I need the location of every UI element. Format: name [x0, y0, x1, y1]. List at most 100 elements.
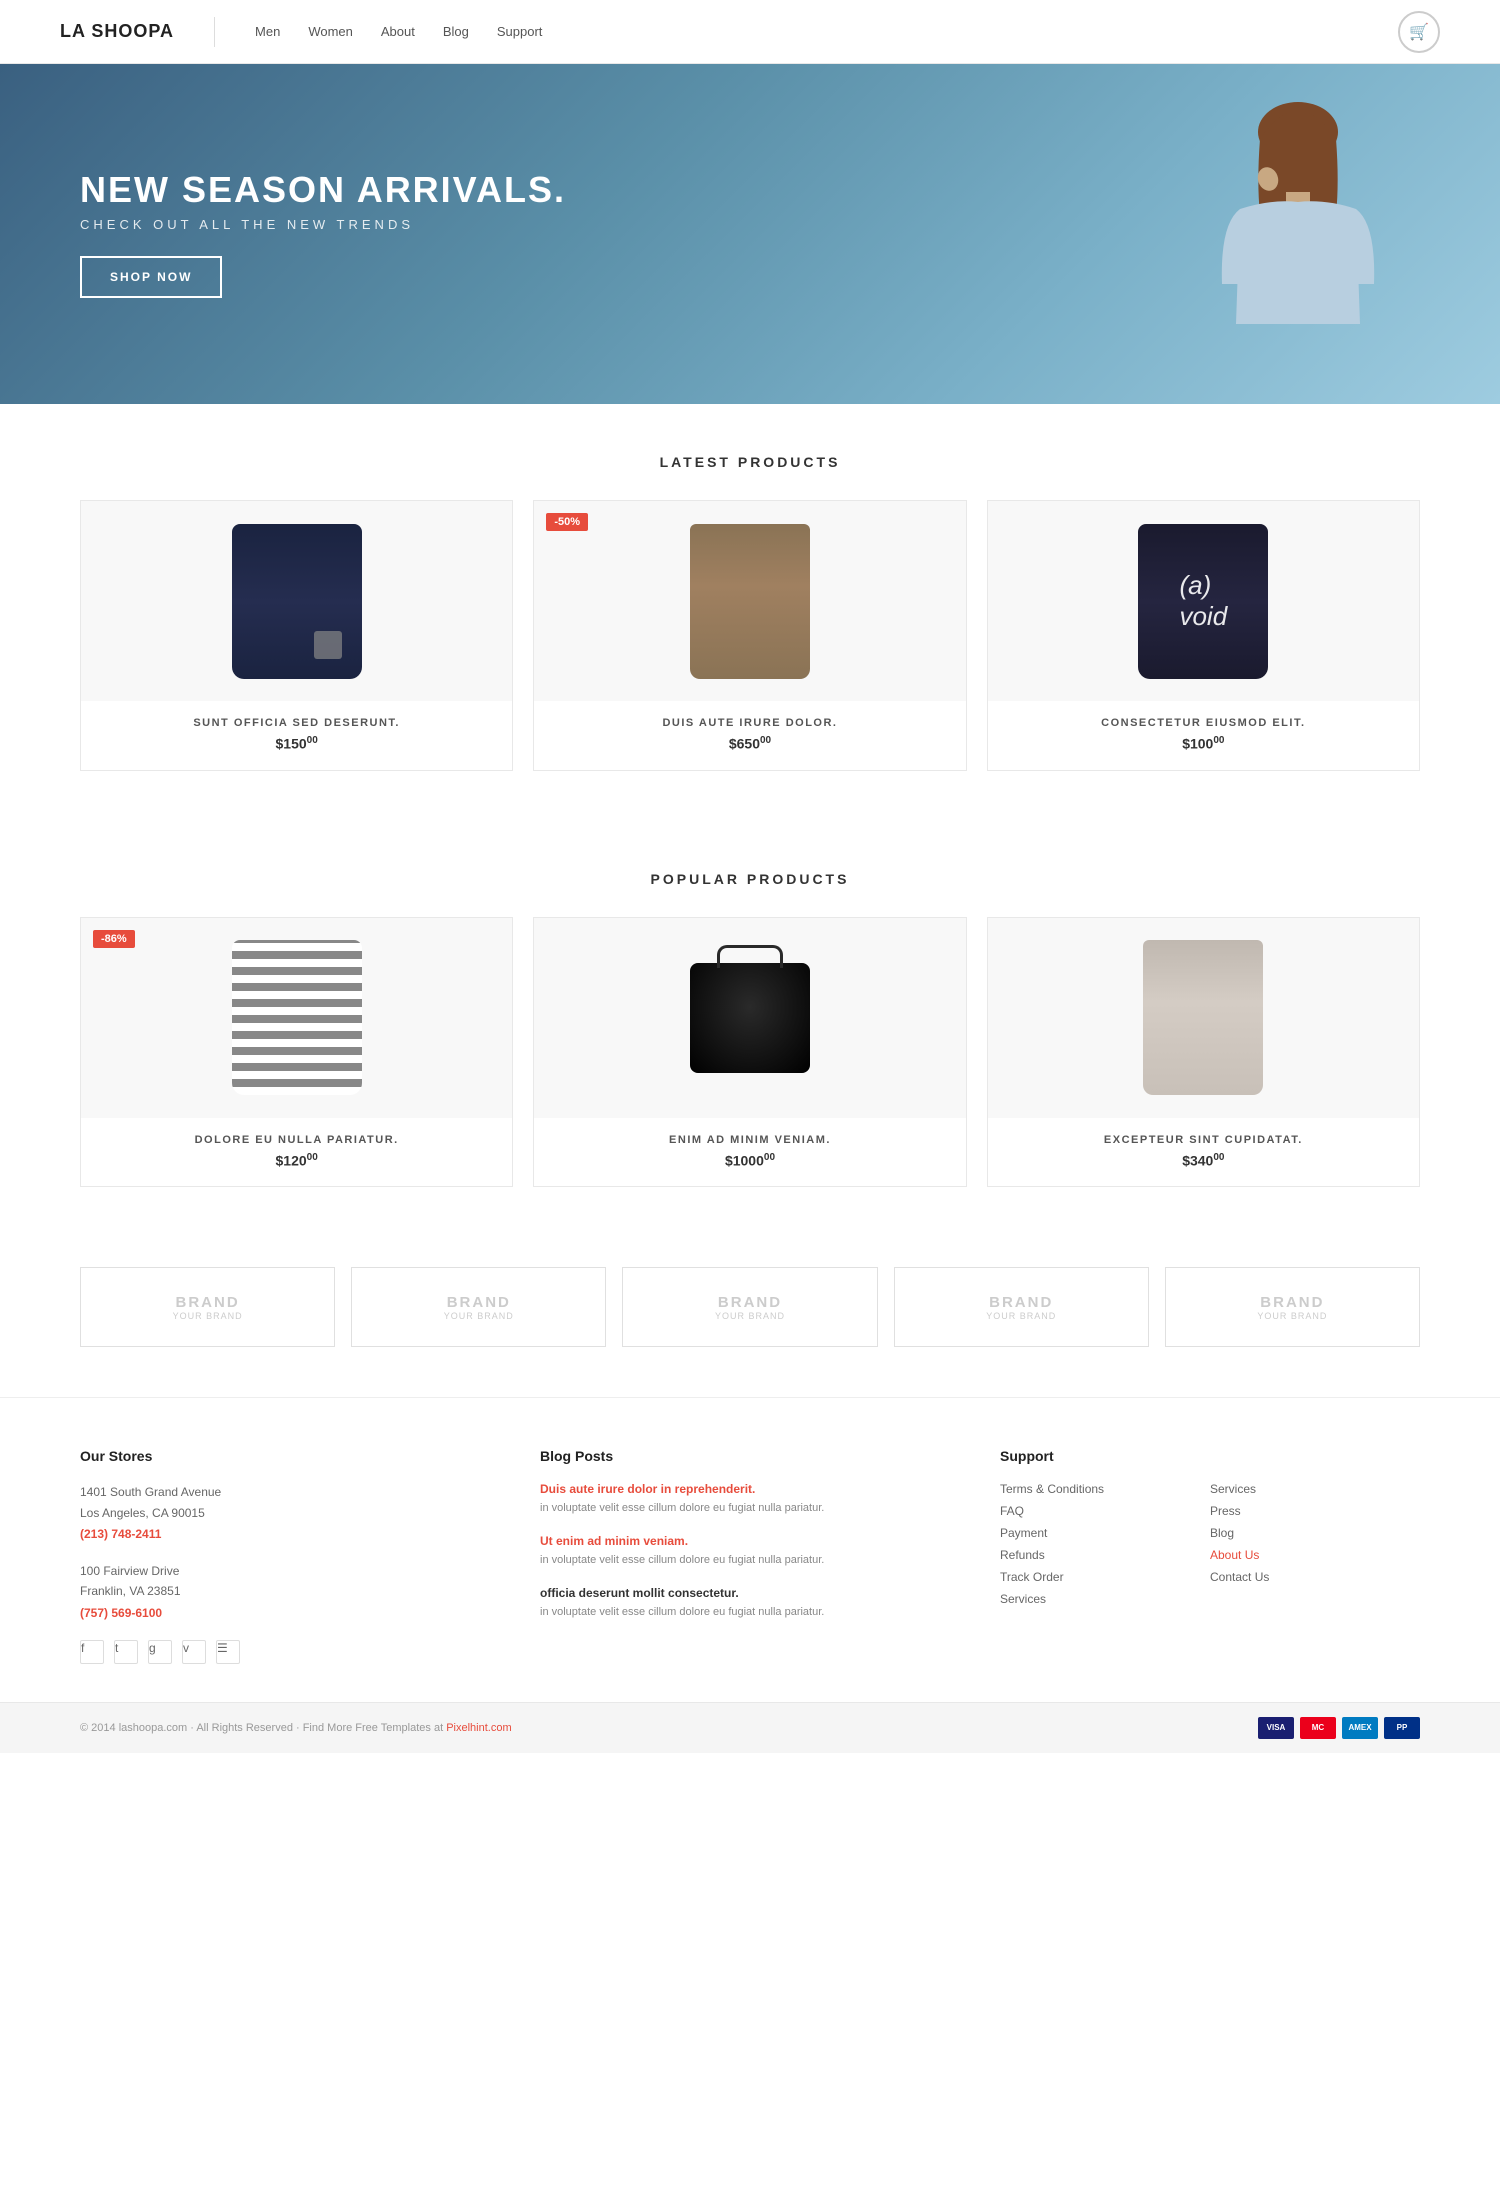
popular-info-3: EXCEPTEUR SINT CUPIDATAT. $34000 — [988, 1118, 1419, 1187]
brand-sub-3: YOUR BRAND — [715, 1311, 785, 1321]
social-facebook[interactable]: f — [80, 1640, 104, 1664]
support-link-contact[interactable]: Contact Us — [1210, 1570, 1420, 1584]
header-left: LA SHOOPA Men Women About Blog Support — [60, 17, 542, 47]
support-link-services1[interactable]: Services — [1000, 1592, 1210, 1606]
popular-products-title: POPULAR PRODUCTS — [80, 871, 1420, 887]
support-link-about[interactable]: About Us — [1210, 1548, 1420, 1562]
blog-post-body-3: in voluptate velit esse cillum dolore eu… — [540, 1604, 960, 1622]
social-vimeo[interactable]: v — [182, 1640, 206, 1664]
support-link-refunds[interactable]: Refunds — [1000, 1548, 1210, 1562]
social-icons: f t g v ☰ — [80, 1640, 500, 1672]
hero-section: NEW SEASON ARRIVALS. CHECK OUT ALL THE N… — [0, 64, 1500, 404]
hero-title: NEW SEASON ARRIVALS. — [80, 170, 566, 210]
footer-content: Our Stores 1401 South Grand Avenue Los A… — [0, 1397, 1500, 1702]
sweater1-image — [232, 524, 362, 679]
popular-products-grid: -86% DOLORE EU NULLA PARIATUR. $12000 EN… — [80, 917, 1420, 1188]
jacket-image — [690, 524, 810, 679]
popular-products-section: POPULAR PRODUCTS -86% DOLORE EU NULLA PA… — [0, 821, 1500, 1238]
store1-address2: Los Angeles, CA 90015 — [80, 1503, 500, 1523]
brand-card-3[interactable]: BRAND YOUR BRAND — [622, 1267, 877, 1347]
payment-visa: VISA — [1258, 1717, 1294, 1739]
support-title: Support — [1000, 1448, 1420, 1464]
brand-label-2: BRAND — [447, 1294, 511, 1311]
product-card-3[interactable]: (a)void CONSECTETUR EIUSMOD ELIT. $10000 — [987, 500, 1420, 771]
product-card-1[interactable]: SUNT OFFICIA SED DESERUNT. $15000 — [80, 500, 513, 771]
footer-bar: © 2014 lashoopa.com · All Rights Reserve… — [0, 1702, 1500, 1753]
brand-sub-4: YOUR BRAND — [986, 1311, 1056, 1321]
blog-post-title-2[interactable]: Ut enim ad minim veniam. — [540, 1534, 960, 1548]
footer-support-col: Support Terms & Conditions FAQ Payment R… — [1000, 1448, 1420, 1672]
discount-badge-popular-1: -86% — [93, 930, 135, 948]
nav-women[interactable]: Women — [308, 24, 353, 39]
store-block-1: 1401 South Grand Avenue Los Angeles, CA … — [80, 1482, 500, 1541]
store-block-2: 100 Fairview Drive Franklin, VA 23851 (7… — [80, 1561, 500, 1620]
store2-phone[interactable]: (757) 569-6100 — [80, 1606, 500, 1620]
cart-button[interactable]: 🛒 — [1398, 11, 1440, 53]
payment-paypal: PP — [1384, 1717, 1420, 1739]
popular-card-3[interactable]: EXCEPTEUR SINT CUPIDATAT. $34000 — [987, 917, 1420, 1188]
latest-products-title: LATEST PRODUCTS — [80, 454, 1420, 470]
support-col2: Services Press Blog About Us Contact Us — [1210, 1482, 1420, 1614]
brand-card-5[interactable]: BRAND YOUR BRAND — [1165, 1267, 1420, 1347]
blog-post-body-2: in voluptate velit esse cillum dolore eu… — [540, 1552, 960, 1570]
popular-card-2[interactable]: ENIM AD MINIM VENIAM. $100000 — [533, 917, 966, 1188]
support-cols: Terms & Conditions FAQ Payment Refunds T… — [1000, 1482, 1420, 1614]
nav-support[interactable]: Support — [497, 24, 543, 39]
product-info-3: CONSECTETUR EIUSMOD ELIT. $10000 — [988, 701, 1419, 770]
brand-label-5: BRAND — [1260, 1294, 1324, 1311]
popular-image-area-3 — [988, 918, 1419, 1118]
popular-image-area-2 — [534, 918, 965, 1118]
nav-blog[interactable]: Blog — [443, 24, 469, 39]
brand-card-4[interactable]: BRAND YOUR BRAND — [894, 1267, 1149, 1347]
product-info-1: SUNT OFFICIA SED DESERUNT. $15000 — [81, 701, 512, 770]
bag-image — [690, 963, 810, 1073]
void-sweater-image: (a)void — [1138, 524, 1268, 679]
support-link-terms[interactable]: Terms & Conditions — [1000, 1482, 1210, 1496]
stores-title: Our Stores — [80, 1448, 500, 1464]
shop-now-button[interactable]: SHOP NOW — [80, 256, 222, 298]
popular-card-1[interactable]: -86% DOLORE EU NULLA PARIATUR. $12000 — [80, 917, 513, 1188]
product-image-area-1 — [81, 501, 512, 701]
social-rss[interactable]: ☰ — [216, 1640, 240, 1664]
popular-image-area-1: -86% — [81, 918, 512, 1118]
hero-figure — [1120, 64, 1420, 404]
payment-icons: VISA MC AMEX PP — [1258, 1717, 1420, 1739]
brand-card-2[interactable]: BRAND YOUR BRAND — [351, 1267, 606, 1347]
support-link-blog[interactable]: Blog — [1210, 1526, 1420, 1540]
logo[interactable]: LA SHOOPA — [60, 21, 174, 42]
brand-sub-2: YOUR BRAND — [444, 1311, 514, 1321]
support-link-payment[interactable]: Payment — [1000, 1526, 1210, 1540]
popular-price-2: $100000 — [550, 1152, 949, 1169]
brands-grid: BRAND YOUR BRAND BRAND YOUR BRAND BRAND … — [80, 1267, 1420, 1347]
popular-info-1: DOLORE EU NULLA PARIATUR. $12000 — [81, 1118, 512, 1187]
payment-mastercard: MC — [1300, 1717, 1336, 1739]
product-price-1: $15000 — [97, 735, 496, 752]
store2-address1: 100 Fairview Drive — [80, 1561, 500, 1581]
site-header: LA SHOOPA Men Women About Blog Support 🛒 — [0, 0, 1500, 64]
brand-card-1[interactable]: BRAND YOUR BRAND — [80, 1267, 335, 1347]
popular-name-2: ENIM AD MINIM VENIAM. — [550, 1134, 949, 1146]
blog-post-title-3[interactable]: officia deserunt mollit consectetur. — [540, 1586, 960, 1600]
product-image-area-3: (a)void — [988, 501, 1419, 701]
support-link-faq[interactable]: FAQ — [1000, 1504, 1210, 1518]
social-google[interactable]: g — [148, 1640, 172, 1664]
main-nav: Men Women About Blog Support — [255, 24, 542, 39]
product-card-2[interactable]: -50% DUIS AUTE IRURE DOLOR. $65000 — [533, 500, 966, 771]
pixelhint-link[interactable]: Pixelhint.com — [446, 1722, 511, 1734]
product-image-area-2: -50% — [534, 501, 965, 701]
latest-products-grid: SUNT OFFICIA SED DESERUNT. $15000 -50% D… — [80, 500, 1420, 771]
store1-phone[interactable]: (213) 748-2411 — [80, 1527, 500, 1541]
blog-post-body-1: in voluptate velit esse cillum dolore eu… — [540, 1500, 960, 1518]
support-link-services2[interactable]: Services — [1210, 1482, 1420, 1496]
blog-title: Blog Posts — [540, 1448, 960, 1464]
product-name-2: DUIS AUTE IRURE DOLOR. — [550, 717, 949, 729]
nav-about[interactable]: About — [381, 24, 415, 39]
hero-person-svg — [1150, 84, 1390, 404]
social-twitter[interactable]: t — [114, 1640, 138, 1664]
latest-products-section: LATEST PRODUCTS SUNT OFFICIA SED DESERUN… — [0, 404, 1500, 821]
footer-copyright: © 2014 lashoopa.com · All Rights Reserve… — [80, 1722, 512, 1734]
support-link-track[interactable]: Track Order — [1000, 1570, 1210, 1584]
nav-men[interactable]: Men — [255, 24, 280, 39]
blog-post-title-1[interactable]: Duis aute irure dolor in reprehenderit. — [540, 1482, 960, 1496]
support-link-press[interactable]: Press — [1210, 1504, 1420, 1518]
